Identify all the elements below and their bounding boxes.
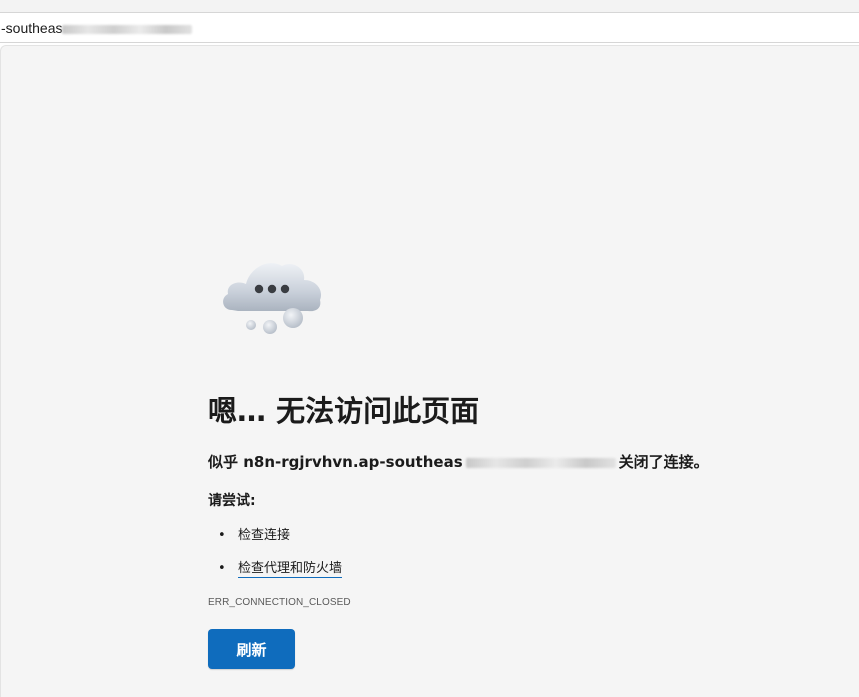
suggestion-item: • 检查连接 — [218, 524, 290, 543]
message-host: n8n-rgjrvhvn.ap-southeas — [243, 453, 463, 471]
message-prefix: 似乎 — [208, 453, 239, 471]
page-title: 嗯… 无法访问此页面 — [208, 394, 480, 428]
bullet: • — [218, 528, 226, 543]
browser-top-strip — [0, 0, 859, 12]
try-label: 请尝试: — [208, 493, 256, 509]
address-url: -southeas — [1, 20, 63, 36]
suggestion-check-connection: 检查连接 — [238, 528, 291, 543]
refresh-button[interactable]: 刷新 — [208, 629, 295, 669]
redacted-host-blur — [465, 457, 616, 468]
suggestion-item: • 检查代理和防火墙 — [218, 557, 343, 578]
redacted-url-blur — [62, 24, 193, 34]
message-suffix: 关闭了连接。 — [618, 453, 709, 471]
error-page-content — [0, 45, 859, 697]
error-message: 似乎 n8n-rgjrvhvn.ap-southeas 关闭了连接。 — [208, 451, 709, 472]
error-code: ERR_CONNECTION_CLOSED — [208, 597, 351, 608]
address-text: -southeas — [1, 20, 193, 36]
thinking-cloud-icon — [223, 263, 322, 334]
check-proxy-firewall-link[interactable]: 检查代理和防火墙 — [238, 561, 343, 578]
address-bar[interactable]: -southeas — [0, 12, 859, 43]
bullet: • — [218, 561, 226, 576]
